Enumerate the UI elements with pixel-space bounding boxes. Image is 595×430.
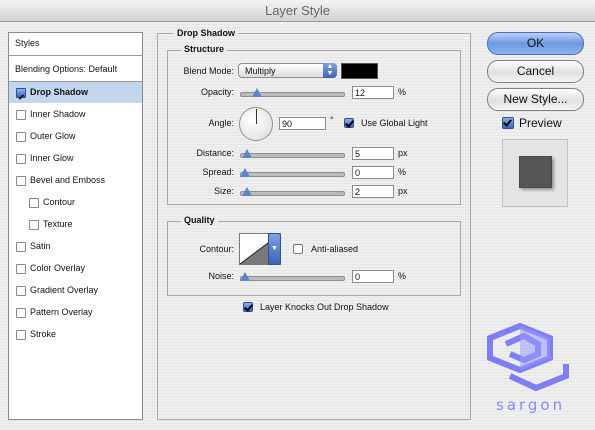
style-item[interactable]: Gradient Overlay [9, 280, 142, 301]
styles-header-label: Styles [15, 38, 40, 48]
style-item[interactable]: Outer Glow [9, 126, 142, 147]
style-item-label: Stroke [30, 329, 57, 339]
style-item-label: Outer Glow [30, 131, 76, 141]
style-item[interactable]: Contour [9, 192, 142, 213]
style-item[interactable]: Pattern Overlay [9, 302, 142, 323]
use-global-light-checkbox[interactable] [344, 118, 354, 128]
style-item[interactable]: Inner Shadow [9, 104, 142, 125]
style-item-checkbox[interactable] [29, 198, 39, 208]
opacity-slider-thumb[interactable] [252, 88, 263, 97]
styles-list: Styles Blending Options: Default ✔ Drop S… [8, 32, 143, 420]
style-item-checkbox[interactable] [16, 264, 26, 274]
style-item[interactable]: Satin [9, 236, 142, 257]
preview-thumbnail [502, 139, 568, 207]
blending-options-item[interactable]: Blending Options: Default [9, 59, 142, 80]
quality-title: Quality [181, 215, 218, 225]
anti-aliased-checkbox[interactable] [293, 244, 303, 254]
styles-header[interactable]: Styles [9, 33, 142, 54]
distance-slider-track[interactable] [240, 153, 345, 158]
noise-unit: % [398, 271, 407, 281]
shadow-color-swatch[interactable] [341, 63, 378, 79]
spread-field[interactable]: 0 [352, 166, 394, 179]
style-item-checkbox[interactable] [16, 154, 26, 164]
style-item-label: Color Overlay [30, 263, 86, 273]
opacity-field[interactable]: 12 [352, 86, 394, 99]
ok-button[interactable]: OK [487, 32, 584, 55]
style-item[interactable]: Inner Glow [9, 148, 142, 169]
cancel-button[interactable]: Cancel [487, 60, 584, 83]
opacity-unit: % [398, 87, 407, 97]
angle-needle [256, 109, 257, 124]
blending-options-label: Blending Options: Default [15, 64, 118, 74]
noise-slider-track[interactable] [240, 276, 345, 281]
angle-dial[interactable] [239, 107, 273, 141]
style-item[interactable]: ✔ Drop Shadow [9, 82, 142, 103]
style-item-checkbox[interactable] [16, 110, 26, 120]
select-arrows-icon: ▲ ▼ [323, 63, 337, 78]
spread-slider-thumb[interactable] [240, 168, 250, 177]
style-item-label: Bevel and Emboss [30, 175, 106, 185]
distance-unit: px [398, 148, 408, 158]
style-item-label: Inner Shadow [30, 109, 86, 119]
style-item-label: Inner Glow [30, 153, 74, 163]
size-label: Size: [213, 186, 234, 196]
angle-label: Angle: [208, 118, 234, 128]
style-item-checkbox-checked[interactable]: ✔ [16, 88, 26, 102]
style-item-checkbox[interactable] [16, 330, 26, 340]
style-item-checkbox[interactable] [16, 176, 26, 186]
preview-square [519, 156, 552, 188]
noise-slider-thumb[interactable] [240, 272, 250, 281]
preview-checkbox[interactable] [502, 117, 514, 129]
size-slider-track[interactable] [240, 191, 345, 196]
layer-knocks-out-checkbox[interactable] [243, 302, 253, 312]
style-item-label: Satin [30, 241, 51, 251]
style-item-label: Texture [43, 219, 73, 229]
style-item[interactable]: Stroke [9, 324, 142, 345]
use-global-light-label: Use Global Light [361, 118, 428, 128]
style-item-checkbox[interactable] [16, 286, 26, 296]
angle-unit: ° [330, 115, 334, 125]
distance-label: Distance: [196, 148, 234, 158]
opacity-label: Opacity: [200, 87, 234, 97]
blend-mode-value: Multiply [245, 66, 276, 76]
distance-field[interactable]: 5 [352, 147, 394, 160]
blend-mode-select[interactable]: Multiply ▲ ▼ [238, 63, 337, 78]
contour-dropdown-icon[interactable]: ▼ [268, 233, 281, 265]
sargon-logo-icon [487, 322, 569, 392]
title-bar: Layer Style [0, 0, 595, 22]
style-item[interactable]: Color Overlay [9, 258, 142, 279]
styles-divider [9, 55, 142, 56]
spread-slider-track[interactable] [240, 172, 345, 177]
preview-label: Preview [519, 116, 562, 130]
contour-label: Contour: [199, 244, 234, 254]
style-item-label: Contour [43, 197, 76, 207]
noise-field[interactable]: 0 [352, 270, 394, 283]
layer-knocks-out-label: Layer Knocks Out Drop Shadow [260, 302, 389, 312]
blend-mode-label: Blend Mode: [183, 66, 234, 76]
style-item-checkbox[interactable] [16, 308, 26, 318]
style-item-label: Gradient Overlay [30, 285, 99, 295]
style-item-checkbox[interactable] [16, 242, 26, 252]
size-slider-thumb[interactable] [242, 187, 253, 196]
watermark-text: sargon [496, 396, 566, 414]
style-item[interactable]: Bevel and Emboss [9, 170, 142, 191]
size-field[interactable]: 2 [352, 185, 394, 198]
style-item-label: Pattern Overlay [30, 307, 93, 317]
quality-group [167, 221, 461, 296]
style-item-checkbox[interactable] [29, 220, 39, 230]
style-item-label: Drop Shadow [30, 87, 88, 97]
anti-aliased-label: Anti-aliased [311, 244, 359, 254]
noise-label: Noise: [208, 271, 234, 281]
angle-field[interactable]: 90 [279, 117, 326, 130]
style-item-checkbox[interactable] [16, 132, 26, 142]
structure-title: Structure [181, 44, 228, 54]
new-style-button[interactable]: New Style... [487, 88, 584, 111]
size-unit: px [398, 186, 408, 196]
spread-unit: % [398, 167, 407, 177]
distance-slider-thumb[interactable] [242, 149, 253, 158]
style-item[interactable]: Texture [9, 214, 142, 235]
spread-label: Spread: [202, 167, 234, 177]
drop-shadow-title: Drop Shadow [174, 28, 238, 38]
window-title: Layer Style [264, 3, 331, 18]
